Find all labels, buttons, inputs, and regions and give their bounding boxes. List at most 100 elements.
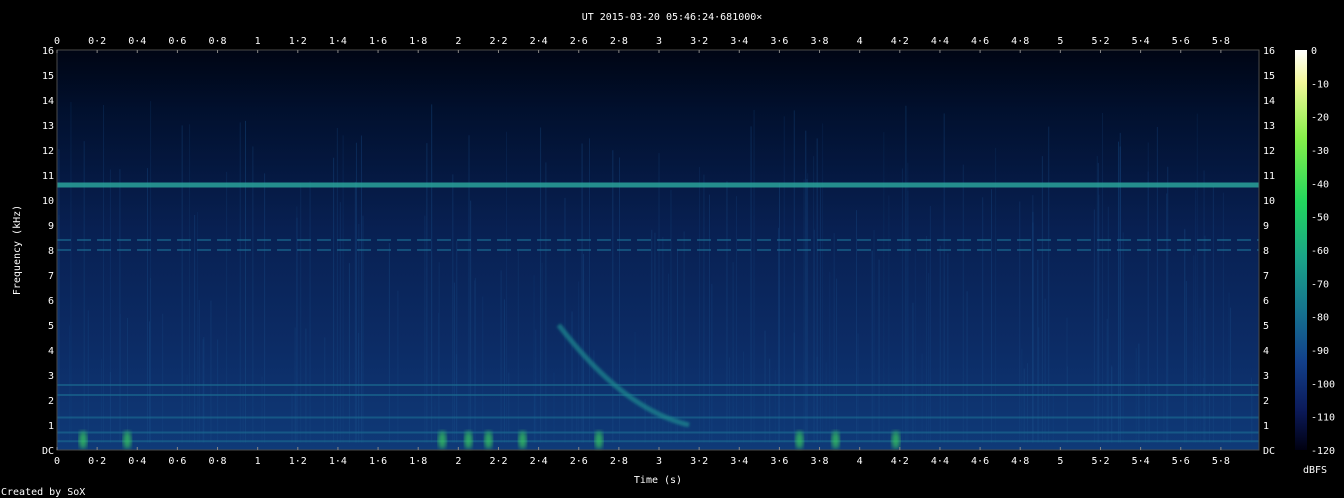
x-tick-label-top: 2 [455, 36, 461, 47]
x-tick-label-top: 1·8 [409, 36, 427, 47]
x-tick-label: 3·2 [690, 456, 708, 467]
x-tick-label-top: 3·2 [690, 36, 708, 47]
dc-burst [795, 431, 804, 449]
x-axis-label: Time (s) [634, 475, 682, 486]
x-tick-label-top: 5·6 [1172, 36, 1190, 47]
y-tick-label: 3 [48, 371, 54, 382]
x-tick-label: 2·6 [570, 456, 588, 467]
y-tick-label: 1 [48, 421, 54, 432]
colorbar-tick-label: -10 [1311, 79, 1329, 90]
x-tick-label: 4 [857, 456, 863, 467]
x-tick-label-top: 0 [54, 36, 60, 47]
colorbar-tick-label: -70 [1311, 279, 1329, 290]
spectrogram-chart: UT 2015-03-20 05:46:24·681000× 0 0·2 0·4 0·… [1, 12, 1335, 498]
x-tick-label-top: 1·4 [329, 36, 347, 47]
x-tick-label: 2 [455, 456, 461, 467]
x-tick-label: 5·4 [1132, 456, 1150, 467]
dc-burst [123, 431, 132, 449]
y-tick-label-right: 12 [1263, 146, 1275, 157]
x-tick-label: 0·2 [88, 456, 106, 467]
colorbar [1295, 50, 1307, 450]
x-tick-label: 4·2 [891, 456, 909, 467]
y-tick-label-right: 15 [1263, 71, 1275, 82]
dc-burst [594, 431, 603, 449]
x-tick-label: 0·6 [168, 456, 186, 467]
x-tick-label-top: 3 [656, 36, 662, 47]
colorbar-tick-label: -80 [1311, 313, 1329, 324]
x-tick-label: 1 [255, 456, 261, 467]
y-tick-label-right: 6 [1263, 296, 1269, 307]
colorbar-tick-label: -20 [1311, 113, 1329, 124]
dc-burst [891, 431, 900, 449]
y-ticks-left: DC12345678910111213141516 [42, 46, 54, 457]
y-tick-label: 11 [42, 171, 54, 182]
x-tick-label-top: 4·4 [931, 36, 949, 47]
colorbar-tick-label: -40 [1311, 179, 1329, 190]
x-tick-label: 4·4 [931, 456, 949, 467]
x-tick-label: 0·4 [128, 456, 146, 467]
y-tick-label: 15 [42, 71, 54, 82]
x-tick-label-top: 2·4 [530, 36, 548, 47]
y-tick-label-right: 16 [1263, 46, 1275, 57]
x-tick-label-top: 3·8 [811, 36, 829, 47]
y-tick-label: 14 [42, 96, 54, 107]
dc-burst [438, 431, 447, 449]
y-tick-label: 6 [48, 296, 54, 307]
y-tick-label: 7 [48, 271, 54, 282]
y-tick-label: 2 [48, 396, 54, 407]
x-tick-label-top: 5·4 [1132, 36, 1150, 47]
colorbar-tick-label: -110 [1311, 413, 1335, 424]
x-tick-label-top: 4 [857, 36, 863, 47]
x-tick-label: 2·2 [489, 456, 507, 467]
x-tick-label: 0·8 [209, 456, 227, 467]
x-tick-label-top: 5·2 [1091, 36, 1109, 47]
x-tick-label: 5·2 [1091, 456, 1109, 467]
x-tick-label-top: 2·8 [610, 36, 628, 47]
y-tick-label-right: 5 [1263, 321, 1269, 332]
chart-title: UT 2015-03-20 05:46:24·681000× [582, 12, 763, 23]
colorbar-tick-label: -120 [1311, 446, 1335, 457]
x-tick-label: 2·8 [610, 456, 628, 467]
x-tick-label: 5·6 [1172, 456, 1190, 467]
y-tick-label-right: 11 [1263, 171, 1275, 182]
colorbar-tick-label: -60 [1311, 246, 1329, 257]
y-tick-label-right: 7 [1263, 271, 1269, 282]
dc-burst [464, 431, 473, 449]
y-ticks-right: DC12345678910111213141516 [1263, 46, 1275, 457]
y-tick-label-right: 9 [1263, 221, 1269, 232]
colorbar-tick-label: -30 [1311, 146, 1329, 157]
y-tick-label: 16 [42, 46, 54, 57]
x-tick-label: 0 [54, 456, 60, 467]
x-tick-label: 4·8 [1011, 456, 1029, 467]
x-tick-label: 1·4 [329, 456, 347, 467]
x-tick-label: 5·8 [1212, 456, 1230, 467]
x-tick-label: 4·6 [971, 456, 989, 467]
y-tick-label: 13 [42, 121, 54, 132]
x-tick-label-top: 2·2 [489, 36, 507, 47]
x-tick-label: 1·6 [369, 456, 387, 467]
dc-burst [831, 431, 840, 449]
y-tick-label-right: 3 [1263, 371, 1269, 382]
y-tick-label-right: 4 [1263, 346, 1269, 357]
x-tick-label: 1·2 [289, 456, 307, 467]
x-tick-label-top: 0·8 [209, 36, 227, 47]
x-tick-label: 3·8 [811, 456, 829, 467]
x-tick-label: 3·4 [730, 456, 748, 467]
colorbar-tick-label: -50 [1311, 213, 1329, 224]
x-tick-label-top: 1·6 [369, 36, 387, 47]
x-tick-label: 2·4 [530, 456, 548, 467]
x-tick-label: 5 [1057, 456, 1063, 467]
x-tick-label-top: 2·6 [570, 36, 588, 47]
y-tick-label: 12 [42, 146, 54, 157]
y-tick-label: DC [42, 446, 54, 457]
x-tick-label-top: 4·6 [971, 36, 989, 47]
x-tick-label-top: 0·2 [88, 36, 106, 47]
dc-burst [79, 431, 88, 449]
x-tick-label-top: 0·4 [128, 36, 146, 47]
colorbar-ticks: 0 -10 -20 -30 -40 -50 -60 -70 -80 -90 -100 -110 -120 [1311, 46, 1335, 457]
y-tick-label-right: DC [1263, 446, 1275, 457]
x-tick-label: 1·8 [409, 456, 427, 467]
x-tick-label-top: 1·2 [289, 36, 307, 47]
y-tick-label-right: 14 [1263, 96, 1275, 107]
y-tick-label-right: 1 [1263, 421, 1269, 432]
